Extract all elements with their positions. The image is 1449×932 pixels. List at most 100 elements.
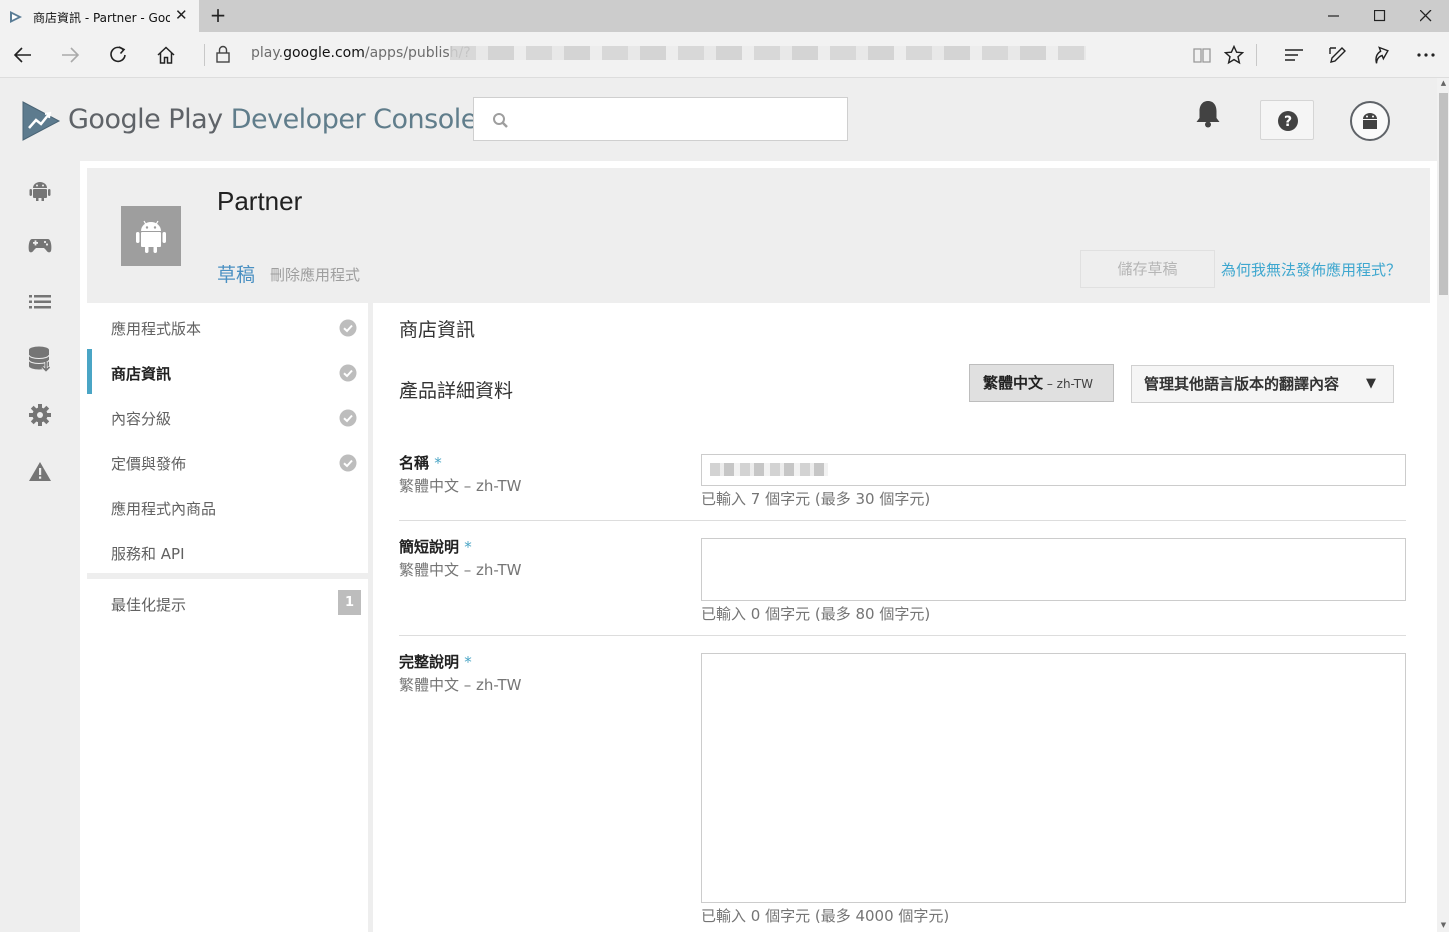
full-description-textarea[interactable] bbox=[701, 653, 1406, 903]
forward-arrow-icon[interactable] bbox=[55, 40, 85, 70]
url-domain: google.com bbox=[283, 45, 365, 61]
sidemenu-item-label: 服務和 API bbox=[111, 545, 185, 563]
sidemenu-item-label: 應用程式內商品 bbox=[111, 500, 217, 518]
browser-tabbar: 商店資訊 - Partner - Google Play Developer C… bbox=[0, 0, 1449, 32]
sidemenu-item-label: 內容分級 bbox=[111, 410, 172, 428]
active-indicator bbox=[87, 349, 92, 394]
share-icon[interactable] bbox=[1368, 41, 1396, 69]
full-description-label: 完整說明 * bbox=[399, 651, 472, 672]
full-description-label-text: 完整說明 bbox=[399, 653, 460, 671]
why-cant-publish-link[interactable]: 為何我無法發佈應用程式？ bbox=[1221, 259, 1401, 280]
sidemenu-item-app-releases[interactable]: 應用程式版本 bbox=[87, 304, 368, 349]
required-asterisk: * bbox=[434, 454, 442, 472]
short-description-textarea[interactable] bbox=[701, 538, 1406, 601]
help-question-icon: ? bbox=[1278, 111, 1298, 131]
tab-close-icon[interactable]: ✕ bbox=[175, 6, 188, 24]
title-char-count: 已輸入 7 個字元 (最多 30 個字元) bbox=[701, 490, 931, 508]
title-label-text: 名稱 bbox=[399, 454, 430, 472]
sidemenu-item-content-rating[interactable]: 內容分級 bbox=[87, 394, 368, 439]
favorite-star-icon[interactable] bbox=[1220, 41, 1248, 69]
lock-icon bbox=[214, 44, 232, 68]
sidemenu-item-label: 最佳化提示 bbox=[111, 596, 187, 614]
sidemenu-divider bbox=[87, 573, 368, 579]
minimize-icon[interactable] bbox=[1311, 0, 1357, 32]
list-icon[interactable] bbox=[27, 289, 53, 315]
account-avatar[interactable] bbox=[1350, 101, 1390, 141]
check-circle-icon bbox=[339, 364, 357, 382]
dropdown-caret-icon: ▼ bbox=[1366, 376, 1376, 391]
notification-bell-icon[interactable] bbox=[1193, 98, 1223, 134]
url-redacted-query bbox=[450, 46, 1086, 60]
delete-app-link[interactable]: 刪除應用程式 bbox=[270, 264, 360, 285]
scroll-down-arrow-icon[interactable]: ▼ bbox=[1439, 921, 1448, 931]
required-asterisk: * bbox=[464, 538, 472, 556]
title-input[interactable] bbox=[701, 454, 1406, 486]
manage-translations-label: 管理其他語言版本的翻譯內容 bbox=[1144, 375, 1340, 393]
sidemenu-item-store-listing[interactable]: 商店資訊 bbox=[87, 349, 368, 394]
short-description-label-text: 簡短說明 bbox=[399, 538, 460, 556]
check-circle-icon bbox=[339, 319, 357, 337]
search-input[interactable] bbox=[473, 97, 848, 141]
sidemenu-item-in-app-products[interactable]: 應用程式內商品 bbox=[87, 484, 368, 529]
android-apps-icon[interactable] bbox=[27, 177, 53, 203]
play-console-favicon-icon bbox=[9, 9, 23, 23]
home-icon[interactable] bbox=[151, 40, 181, 70]
sidemenu-item-label: 定價與發佈 bbox=[111, 455, 187, 473]
sidemenu-item-services-apis[interactable]: 服務和 API bbox=[87, 529, 368, 574]
short-description-label: 簡短說明 * bbox=[399, 536, 472, 557]
app-side-menu: 應用程式版本 商店資訊 內容分級 定價與發佈 應用程式內商品 服務和 API 最… bbox=[87, 303, 368, 932]
vertical-separator bbox=[368, 303, 373, 932]
check-circle-icon bbox=[339, 454, 357, 472]
refresh-icon[interactable] bbox=[103, 40, 133, 70]
maximize-icon[interactable] bbox=[1357, 0, 1403, 32]
game-controller-icon[interactable] bbox=[27, 232, 53, 258]
url-field[interactable]: play.google.com/apps/publish/? bbox=[251, 45, 471, 61]
app-status-draft: 草稿 bbox=[217, 264, 256, 286]
check-circle-icon bbox=[339, 409, 357, 427]
sidemenu-item-label: 應用程式版本 bbox=[111, 320, 202, 338]
tab-title: 商店資訊 - Partner - Google Play Developer C… bbox=[33, 11, 170, 25]
logo-dev-console-text: Developer Console bbox=[222, 104, 478, 135]
reading-view-icon[interactable] bbox=[1188, 41, 1216, 69]
optimization-count-badge: 1 bbox=[338, 590, 361, 615]
sidemenu-item-label: 商店資訊 bbox=[111, 365, 172, 383]
close-window-icon[interactable] bbox=[1403, 0, 1449, 32]
url-prefix: play. bbox=[251, 45, 284, 61]
language-button[interactable]: 繁體中文 – zh-TW bbox=[969, 364, 1114, 402]
address-separator bbox=[204, 44, 205, 66]
title-redacted-value bbox=[710, 463, 828, 476]
database-download-icon[interactable] bbox=[27, 345, 53, 373]
play-console-logo-icon[interactable] bbox=[21, 100, 61, 146]
language-code: – zh-TW bbox=[1043, 377, 1093, 391]
settings-gear-icon[interactable] bbox=[27, 402, 53, 428]
required-asterisk: * bbox=[464, 653, 472, 671]
help-button[interactable]: ? bbox=[1260, 100, 1314, 140]
logo-google-play-text: Google Play bbox=[68, 104, 223, 135]
title-field-label: 名稱 * bbox=[399, 452, 442, 473]
manage-translations-dropdown[interactable]: 管理其他語言版本的翻譯內容 ▼ bbox=[1131, 365, 1394, 403]
app-name: Partner bbox=[217, 186, 303, 216]
browser-tab[interactable]: 商店資訊 - Partner - Google Play Developer C… bbox=[0, 0, 199, 32]
scrollbar-thumb[interactable] bbox=[1439, 93, 1448, 295]
more-dots-icon[interactable] bbox=[1412, 41, 1440, 69]
web-note-icon[interactable] bbox=[1324, 41, 1352, 69]
app-icon bbox=[121, 206, 181, 266]
browser-addressbar: play.google.com/apps/publish/? bbox=[0, 32, 1449, 78]
android-app-icon bbox=[136, 220, 166, 253]
svg-text:?: ? bbox=[1284, 114, 1292, 130]
android-avatar-icon bbox=[1363, 113, 1377, 129]
section-heading: 產品詳細資料 bbox=[399, 380, 514, 402]
title-field-language: 繁體中文 – zh-TW bbox=[399, 477, 522, 495]
warning-icon[interactable] bbox=[27, 459, 53, 485]
short-description-language: 繁體中文 – zh-TW bbox=[399, 561, 522, 579]
sidemenu-item-pricing-distribution[interactable]: 定價與發佈 bbox=[87, 439, 368, 484]
toolbar-separator bbox=[1256, 44, 1257, 66]
scroll-up-arrow-icon[interactable]: ▲ bbox=[1439, 79, 1448, 89]
sidemenu-item-optimization-tips[interactable]: 最佳化提示 bbox=[87, 580, 368, 625]
save-draft-button[interactable]: 儲存草稿 bbox=[1080, 250, 1215, 288]
new-tab-button[interactable]: + bbox=[207, 4, 229, 26]
logo-wordmark[interactable]: Google Play Developer Console bbox=[68, 104, 477, 135]
short-description-char-count: 已輸入 0 個字元 (最多 80 個字元) bbox=[701, 605, 931, 623]
hub-icon[interactable] bbox=[1280, 41, 1308, 69]
back-arrow-icon[interactable] bbox=[8, 40, 38, 70]
